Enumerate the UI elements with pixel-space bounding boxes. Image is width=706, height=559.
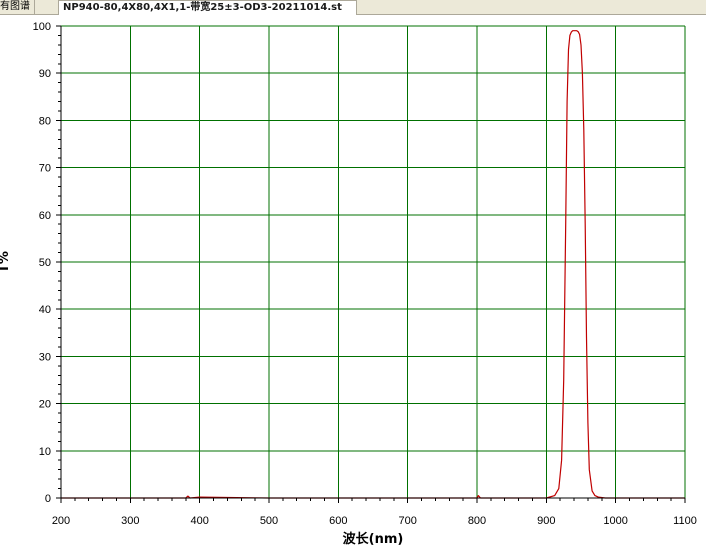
- y-tick-label: 10: [39, 446, 51, 458]
- y-tick-label: 90: [39, 68, 51, 80]
- y-tick-label: 0: [45, 493, 51, 505]
- transmission-curve: [61, 30, 685, 499]
- x-tick-label: 400: [190, 515, 208, 527]
- grid-lines: [60, 25, 686, 499]
- x-tick-label: 200: [52, 515, 70, 527]
- x-tick-label: 300: [121, 515, 139, 527]
- y-tick-label: 100: [33, 21, 51, 33]
- y-tick-label: 60: [39, 210, 51, 222]
- x-axis-label: 波长(nm): [343, 531, 404, 547]
- spectrum-curve-layer: [61, 30, 685, 499]
- y-tick-label: 20: [39, 399, 51, 411]
- y-axis-label: T%: [0, 251, 12, 273]
- y-tick-label: 50: [39, 257, 51, 269]
- y-tick-label: 40: [39, 304, 51, 316]
- x-tick-label: 1100: [673, 515, 697, 527]
- x-tick-label: 800: [468, 515, 486, 527]
- y-tick-label: 70: [39, 163, 51, 175]
- x-tick-label: 900: [537, 515, 555, 527]
- x-tick-label: 600: [329, 515, 347, 527]
- y-tick-label: 30: [39, 351, 51, 363]
- x-tick-label: 500: [260, 515, 278, 527]
- transmission-chart: 0 10 20 30 40 50 60 70 80 90 100 200 300 400 500 600 700…: [0, 21, 697, 547]
- x-tick-label: 700: [398, 515, 416, 527]
- x-tick-label: 1000: [603, 515, 627, 527]
- tick-marks: [56, 25, 686, 503]
- y-tick-label: 80: [39, 115, 51, 127]
